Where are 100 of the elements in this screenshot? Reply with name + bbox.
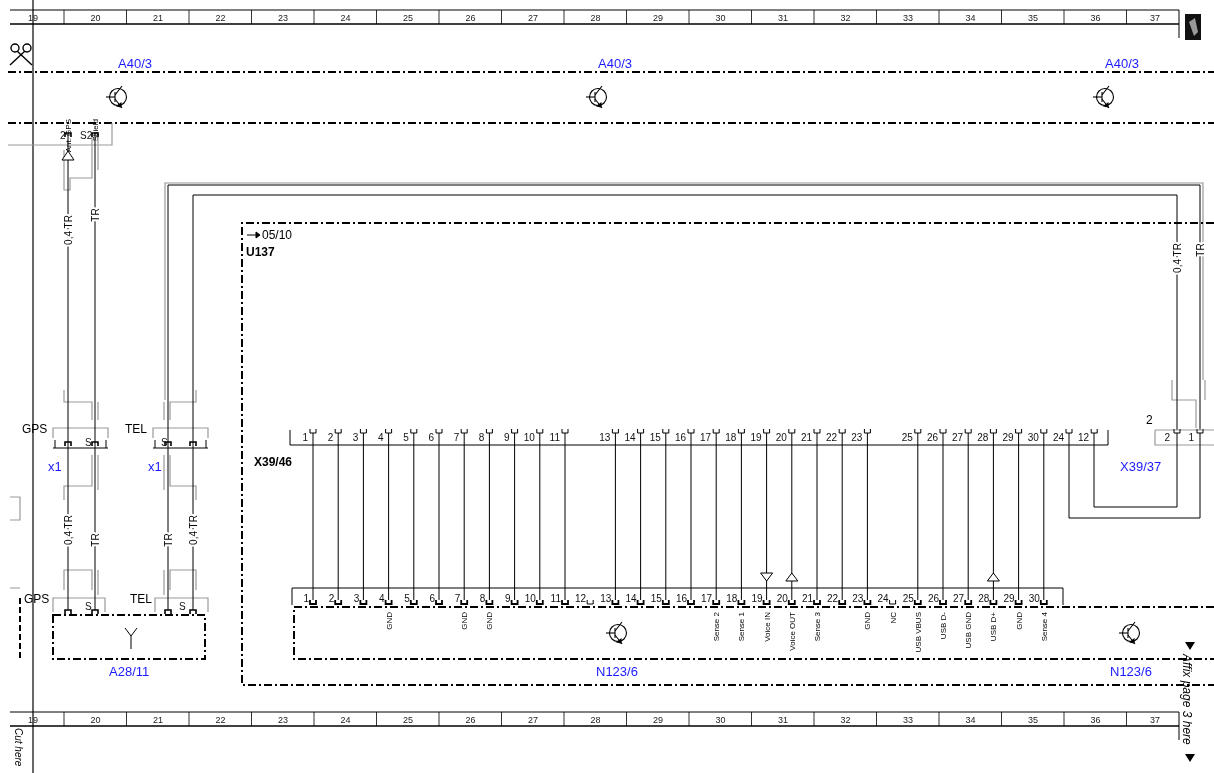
pin-name: GND: [863, 612, 873, 630]
pin-name: USB D-: [939, 612, 948, 640]
wire-label: 0,4 TR: [63, 515, 74, 545]
pin-number: 21: [800, 432, 812, 443]
pin-number: 25: [901, 432, 913, 443]
wire-label: 0,4 TR: [188, 515, 199, 545]
column-number: 34: [965, 13, 976, 23]
column-number: 20: [90, 13, 101, 23]
column-number: 29: [653, 13, 663, 23]
pin-name: Sense 2: [712, 612, 722, 642]
pin-number: 7: [454, 593, 461, 604]
column-number: 24: [340, 715, 351, 725]
marker-icon: [1185, 754, 1195, 762]
pin-name: Voice IN: [762, 612, 772, 642]
pin-number: 20: [775, 432, 787, 443]
pin-name: Sense 4: [1039, 612, 1049, 642]
column-number: 35: [1028, 13, 1038, 23]
marker-icon: [1185, 642, 1195, 650]
pin-number: 19: [751, 593, 763, 604]
pin-number: 9: [505, 593, 511, 604]
pin-number: 14: [625, 593, 637, 604]
connector-label: X39/46: [254, 455, 293, 469]
pin-number: 28: [977, 432, 989, 443]
column-number: 35: [1028, 715, 1038, 725]
pin-number: 1: [302, 432, 308, 443]
pin-number: 21: [801, 593, 813, 604]
pin-number: 3: [352, 432, 359, 443]
column-number: 30: [715, 715, 726, 725]
pin-name: GND: [384, 612, 394, 630]
column-number: 31: [778, 715, 788, 725]
wire-label: TR: [1195, 243, 1206, 257]
pin-number: 13: [599, 432, 611, 443]
pin-number: 23: [851, 432, 863, 443]
component-label: A28/11: [109, 664, 150, 679]
column-number: 31: [778, 13, 788, 23]
pin-number: 30: [1027, 432, 1039, 443]
pin-number: 8: [478, 432, 485, 443]
component-label: A40/3: [1105, 56, 1139, 71]
column-number: 26: [465, 13, 476, 23]
pin-number: 15: [649, 432, 661, 443]
column-number: 28: [590, 715, 601, 725]
pin-number: 10: [523, 432, 535, 443]
wire-label: TR: [90, 533, 101, 547]
pin-number: 19: [750, 432, 762, 443]
column-number: 32: [840, 715, 851, 725]
pin-number: 24: [877, 593, 889, 604]
pen-icon: [1185, 14, 1201, 40]
transistor-icon: [105, 85, 128, 109]
pin-name: GND: [1014, 612, 1024, 630]
pin-number: 1: [303, 593, 309, 604]
pin-number: 11: [549, 432, 560, 443]
pin-number: 9: [504, 432, 510, 443]
pin-name: USB D+: [989, 612, 999, 642]
column-number: 27: [528, 715, 538, 725]
pin-name: Shield: [91, 119, 100, 142]
cut-label: Cut here: [13, 728, 24, 767]
pin-number: 14: [624, 432, 636, 443]
pin-name: GND: [485, 612, 495, 630]
column-number: 36: [1090, 13, 1101, 23]
pin-number: 5: [404, 593, 410, 604]
column-number: 20: [90, 715, 101, 725]
column-number: 33: [903, 13, 913, 23]
transistor-icon: [1118, 621, 1141, 645]
connector-code: x1: [148, 459, 162, 474]
pin-number: 26: [927, 593, 939, 604]
pin-name: NC: [888, 612, 898, 624]
column-number: 33: [903, 715, 913, 725]
pin-number: 27: [953, 593, 965, 604]
pin-number: 2: [327, 432, 334, 443]
pin-number: 24: [1052, 432, 1064, 443]
pin-number: 2: [1164, 432, 1170, 443]
pin-number: 22: [827, 593, 839, 604]
column-number: 23: [278, 13, 288, 23]
column-number: 21: [153, 13, 163, 23]
pin-number: S2: [80, 130, 93, 141]
pin-number: 18: [725, 432, 737, 443]
pin-number: 15: [650, 593, 662, 604]
pin-number: 10: [524, 593, 536, 604]
component-label: N123/6: [1110, 664, 1152, 679]
pin-number: 28: [978, 593, 990, 604]
pin-number: 29: [1002, 432, 1014, 443]
pin-number: 8: [479, 593, 486, 604]
column-number: 24: [340, 13, 351, 23]
component-label: A40/3: [598, 56, 632, 71]
pin-number: 16: [675, 593, 687, 604]
pin-number: 12: [1078, 432, 1090, 443]
component-label: A40/3: [118, 56, 152, 71]
pin-number: 23: [852, 593, 864, 604]
column-number: 25: [403, 13, 413, 23]
pin-number: 29: [1003, 593, 1015, 604]
wire-label: TR: [90, 208, 101, 222]
column-number: 37: [1150, 715, 1160, 725]
transistor-icon: [1092, 85, 1115, 109]
transistor-icon: [585, 85, 608, 109]
page-reference: 05/10: [262, 228, 293, 242]
column-number: 36: [1090, 715, 1101, 725]
column-number: 29: [653, 715, 663, 725]
column-number: 22: [215, 715, 226, 725]
pin-name: USB GND: [964, 612, 974, 649]
connector-label: X39/37: [1120, 459, 1162, 474]
